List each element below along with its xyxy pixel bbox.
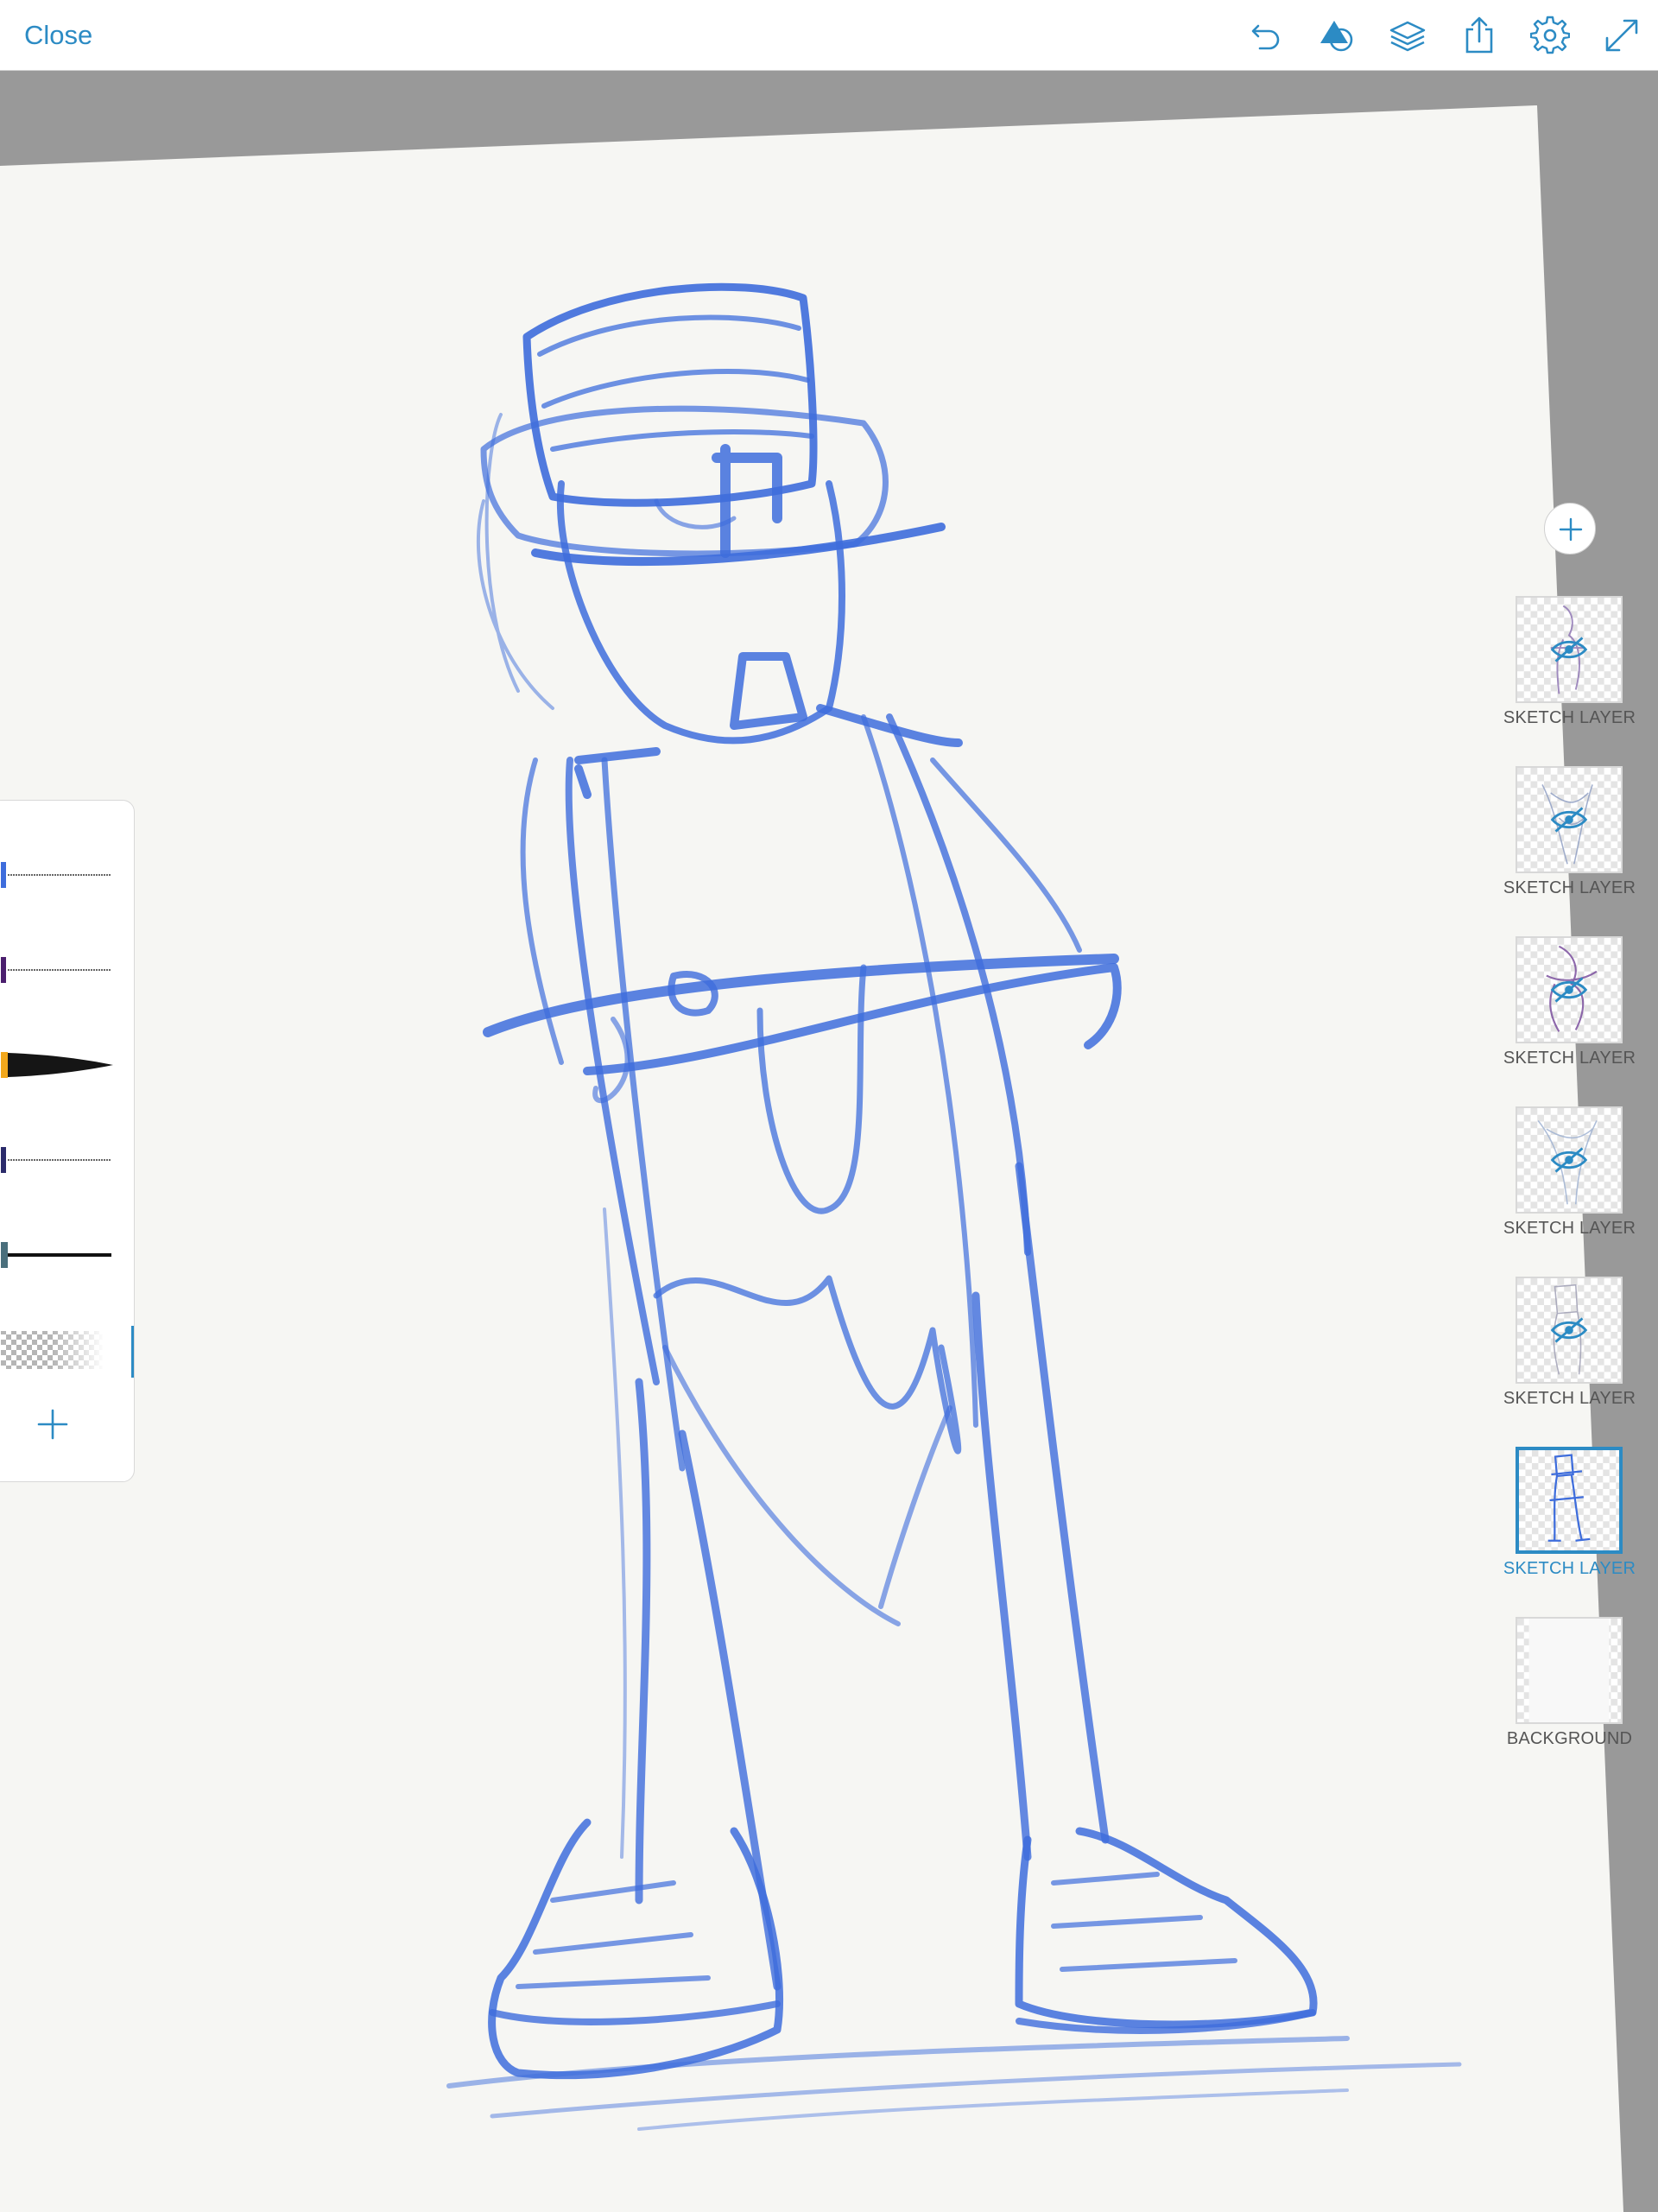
share-icon[interactable] bbox=[1459, 16, 1499, 55]
pencil-brush-icon bbox=[1, 862, 111, 888]
layers-panel: SKETCH LAYER SKETCH LAYER SKETCH LAYER S… bbox=[1503, 497, 1658, 1775]
layer-item[interactable]: SKETCH LAYER bbox=[1503, 1277, 1658, 1441]
line-brush-icon bbox=[1, 1242, 111, 1268]
layers-icon[interactable] bbox=[1388, 16, 1427, 55]
layer-name: SKETCH LAYER bbox=[1503, 1049, 1636, 1068]
layer-item-active[interactable]: SKETCH LAYER bbox=[1503, 1447, 1658, 1611]
layer-name: BACKGROUND bbox=[1506, 1729, 1633, 1748]
layer-item[interactable]: SKETCH LAYER bbox=[1503, 936, 1658, 1100]
shapes-icon[interactable] bbox=[1317, 16, 1357, 55]
layer-thumbnail[interactable] bbox=[1516, 1617, 1623, 1724]
fullscreen-expand-icon[interactable] bbox=[1602, 16, 1642, 55]
layer-thumbnail[interactable] bbox=[1516, 1277, 1623, 1384]
pencil-brush-icon bbox=[1, 957, 111, 983]
brush-slot[interactable] bbox=[1, 939, 113, 999]
layer-item[interactable]: BACKGROUND bbox=[1503, 1617, 1658, 1781]
layer-thumbnail[interactable] bbox=[1516, 596, 1623, 703]
pencil-brush-icon bbox=[1, 1147, 111, 1173]
layer-thumbnail[interactable] bbox=[1516, 1106, 1623, 1214]
undo-icon[interactable] bbox=[1246, 16, 1286, 55]
layer-name: SKETCH LAYER bbox=[1503, 1559, 1636, 1578]
layer-thumbnail[interactable] bbox=[1516, 1447, 1623, 1554]
layer-name: SKETCH LAYER bbox=[1503, 1389, 1636, 1408]
drawing-canvas[interactable] bbox=[0, 71, 1658, 2212]
top-toolbar: Close bbox=[0, 0, 1658, 71]
plus-icon bbox=[37, 1409, 68, 1440]
ink-brush-icon bbox=[1, 1052, 113, 1078]
layer-name: SKETCH LAYER bbox=[1503, 1219, 1636, 1238]
layer-name: SKETCH LAYER bbox=[1503, 708, 1636, 727]
add-layer-button[interactable] bbox=[1544, 503, 1596, 555]
close-button[interactable]: Close bbox=[24, 17, 92, 54]
layer-thumbnail[interactable] bbox=[1516, 766, 1623, 873]
layer-item[interactable]: SKETCH LAYER bbox=[1503, 1106, 1658, 1271]
brush-panel bbox=[0, 800, 135, 1482]
brush-slot[interactable] bbox=[1, 1034, 113, 1094]
layer-item[interactable]: SKETCH LAYER bbox=[1503, 596, 1658, 760]
drawing-canvas-area[interactable] bbox=[0, 71, 1658, 2212]
active-brush-indicator bbox=[131, 1326, 134, 1378]
add-brush-button[interactable] bbox=[34, 1405, 72, 1443]
plus-icon bbox=[1559, 517, 1583, 542]
eraser-brush-icon bbox=[1, 1331, 104, 1369]
brush-slot[interactable] bbox=[1, 1129, 113, 1189]
brush-slot[interactable] bbox=[1, 1319, 113, 1379]
layer-item[interactable]: SKETCH LAYER bbox=[1503, 766, 1658, 930]
brush-slot[interactable] bbox=[1, 844, 113, 904]
layer-thumbnail[interactable] bbox=[1516, 936, 1623, 1043]
settings-gear-icon[interactable] bbox=[1530, 16, 1570, 55]
brush-slot[interactable] bbox=[1, 1224, 113, 1284]
layer-name: SKETCH LAYER bbox=[1503, 878, 1636, 897]
